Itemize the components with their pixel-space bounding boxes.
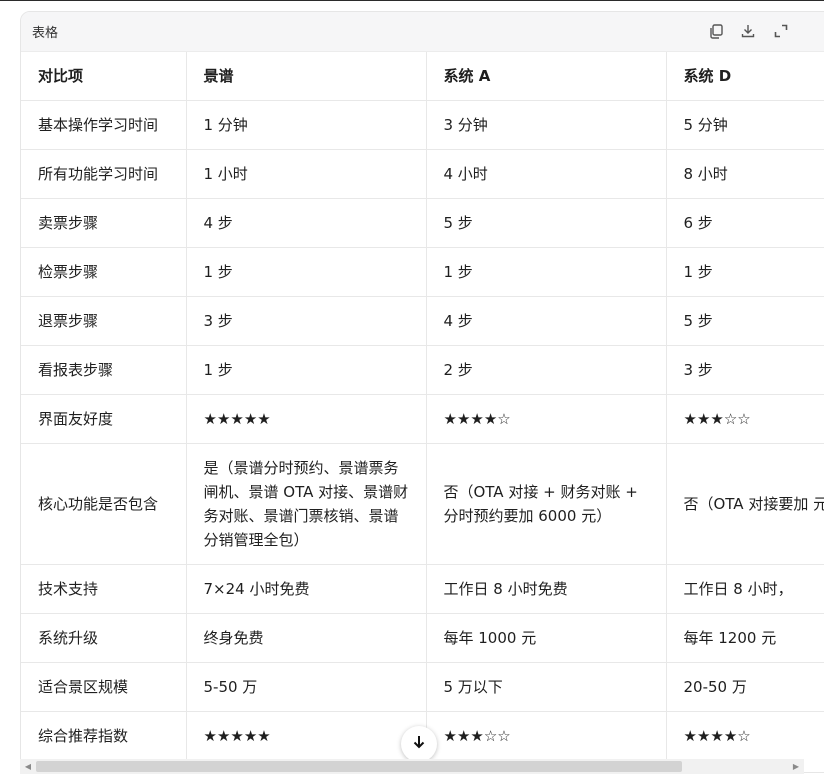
table-cell: 4 小时 [426,149,667,199]
table-row: 核心功能是否包含 是（景谱分时预约、景谱票务闸机、景谱 OTA 对接、景谱财务对… [21,443,824,565]
header-cell: 系统 A [426,52,667,101]
table-cell: 适合景区规模 [21,662,187,712]
table-row: 系统升级 终身免费 每年 1000 元 每年 1200 元 [21,613,824,663]
table-cell: 20-50 万 [666,662,824,712]
expand-icon[interactable] [772,22,790,40]
table-cell: 技术支持 [21,564,187,614]
header-cell: 系统 D [666,52,824,101]
rating-stars: ★★★★★ [186,711,427,760]
table-cell: 5 万以下 [426,662,667,712]
table-cell: 3 分钟 [426,100,667,150]
table-row: 适合景区规模 5-50 万 5 万以下 20-50 万 [21,662,824,712]
table-cell: 否（OTA 对接要加 元） [666,443,824,565]
table-cell: 4 步 [426,296,667,346]
scroll-down-button[interactable] [401,726,437,762]
scroll-left-icon[interactable]: ◀ [22,761,34,772]
table-cell: 1 步 [186,247,427,297]
arrow-down-icon [411,734,427,754]
card-title: 表格 [32,26,59,41]
table-cell: 1 分钟 [186,100,427,150]
table-cell: 所有功能学习时间 [21,149,187,199]
table-cell: 3 步 [186,296,427,346]
table-card: 表格 对比项 景谱 系统 A 系统 D 基本操作学习时间 1 分钟 3 分钟 5… [20,11,824,773]
table-cell: 基本操作学习时间 [21,100,187,150]
table-cell: 综合推荐指数 [21,711,187,760]
table-cell: 4 步 [186,198,427,248]
table-cell: 8 小时 [666,149,824,199]
table-row: 基本操作学习时间 1 分钟 3 分钟 5 分钟 [21,100,824,150]
table-cell: 5 步 [426,198,667,248]
comparison-table: 对比项 景谱 系统 A 系统 D 基本操作学习时间 1 分钟 3 分钟 5 分钟… [21,52,824,760]
rating-stars: ★★★★★ [186,394,427,444]
rating-stars: ★★★★☆ [426,394,667,444]
header-cell: 对比项 [21,52,187,101]
scroll-right-icon[interactable]: ▶ [790,761,802,772]
table-cell: 看报表步骤 [21,345,187,395]
table-row: 界面友好度 ★★★★★ ★★★★☆ ★★★☆☆ [21,394,824,444]
table-cell: 是（景谱分时预约、景谱票务闸机、景谱 OTA 对接、景谱财务对账、景谱门票核销、… [186,443,427,565]
table-row: 技术支持 7×24 小时免费 工作日 8 小时免费 工作日 8 小时， [21,564,824,614]
table-cell: 3 步 [666,345,824,395]
table-cell: 检票步骤 [21,247,187,297]
window-top-border [0,0,824,1]
table-cell: 系统升级 [21,613,187,663]
table-cell: 1 步 [666,247,824,297]
table-header-row: 对比项 景谱 系统 A 系统 D [21,52,824,101]
rating-stars: ★★★☆☆ [426,711,667,760]
rating-stars: ★★★☆☆ [666,394,824,444]
header-cell: 景谱 [186,52,427,101]
copy-icon[interactable] [707,22,725,40]
table-cell: 每年 1200 元 [666,613,824,663]
download-icon[interactable] [739,22,757,40]
card-header: 表格 [21,12,824,52]
table-cell: 5 分钟 [666,100,824,150]
horizontal-scrollbar[interactable]: ◀ ▶ [20,759,804,774]
table-cell: 6 步 [666,198,824,248]
table-row: 检票步骤 1 步 1 步 1 步 [21,247,824,297]
table-cell: 每年 1000 元 [426,613,667,663]
table-cell: 界面友好度 [21,394,187,444]
table-cell: 卖票步骤 [21,198,187,248]
table-cell: 5-50 万 [186,662,427,712]
table-row: 卖票步骤 4 步 5 步 6 步 [21,198,824,248]
table-cell: 1 步 [186,345,427,395]
table-cell: 2 步 [426,345,667,395]
table-row: 看报表步骤 1 步 2 步 3 步 [21,345,824,395]
table-cell: 7×24 小时免费 [186,564,427,614]
table-cell: 退票步骤 [21,296,187,346]
table-scroll-area[interactable]: 对比项 景谱 系统 A 系统 D 基本操作学习时间 1 分钟 3 分钟 5 分钟… [21,52,824,760]
table-cell: 核心功能是否包含 [21,443,187,565]
rating-stars: ★★★★☆ [666,711,824,760]
table-cell: 否（OTA 对接 + 财务对账 + 分时预约要加 6000 元） [426,443,667,565]
table-cell: 终身免费 [186,613,427,663]
table-cell: 1 步 [426,247,667,297]
table-cell: 工作日 8 小时， [666,564,824,614]
table-cell: 工作日 8 小时免费 [426,564,667,614]
scrollbar-thumb[interactable] [36,761,682,772]
table-row: 退票步骤 3 步 4 步 5 步 [21,296,824,346]
table-cell: 1 小时 [186,149,427,199]
table-cell: 5 步 [666,296,824,346]
table-row: 所有功能学习时间 1 小时 4 小时 8 小时 [21,149,824,199]
